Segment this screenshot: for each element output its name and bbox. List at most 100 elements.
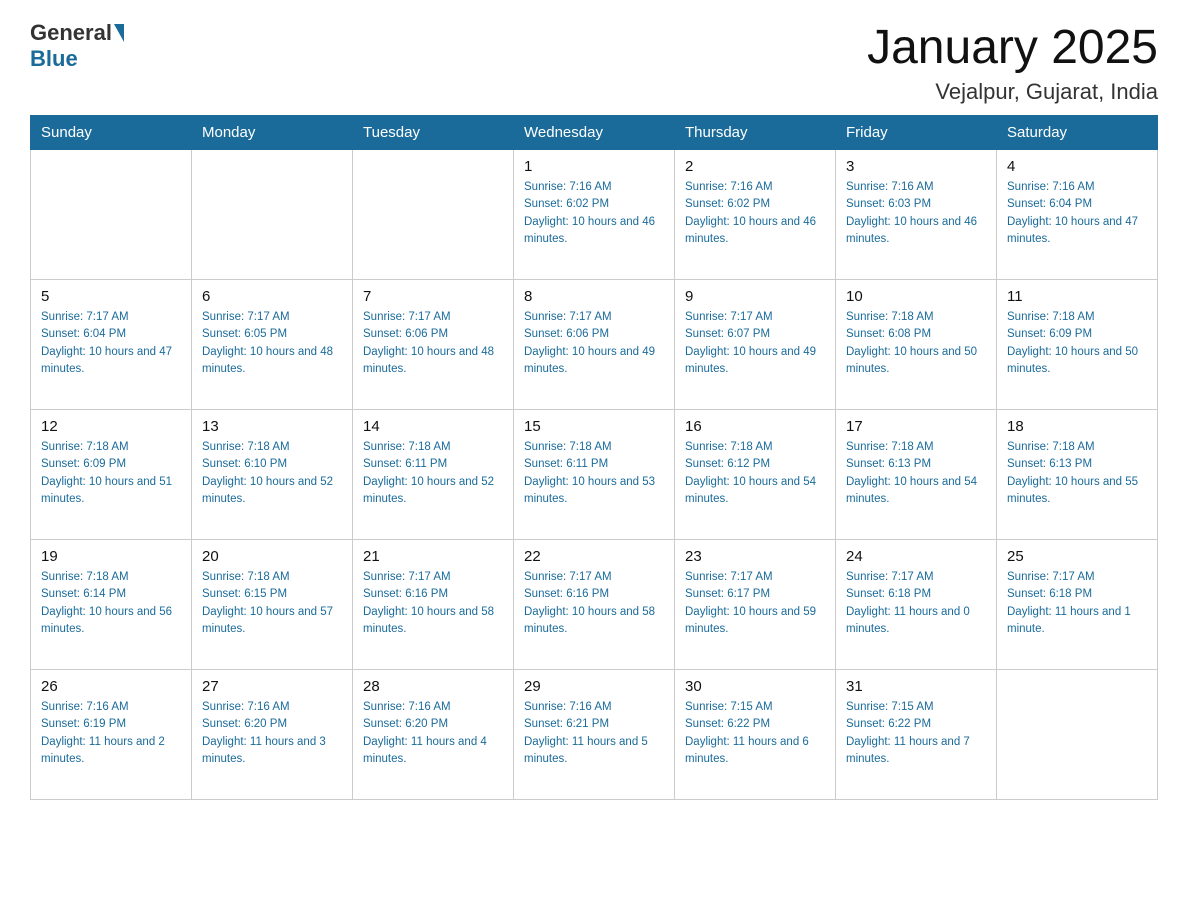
calendar-cell: 31 Sunrise: 7:15 AM Sunset: 6:22 PM Dayli… [836,670,997,800]
day-number: 22 [524,548,664,565]
calendar-week-5: 26 Sunrise: 7:16 AM Sunset: 6:19 PM Dayli… [31,670,1158,800]
calendar-cell [31,150,192,280]
calendar-cell: 7 Sunrise: 7:17 AM Sunset: 6:06 PM Daylig… [353,280,514,410]
day-info: Sunrise: 7:17 AM Sunset: 6:06 PM Dayligh… [524,309,664,378]
day-info: Sunrise: 7:17 AM Sunset: 6:18 PM Dayligh… [846,569,986,638]
calendar-week-4: 19Sunrise: 7:18 AM Sunset: 6:14 PM Dayli… [31,540,1158,670]
day-number: 5 [41,288,181,305]
day-info: Sunrise: 7:16 AM Sunset: 6:20 PM Dayligh… [202,699,342,768]
day-info: Sunrise: 7:16 AM Sunset: 6:04 PM Dayligh… [1007,179,1147,248]
calendar-cell: 1 Sunrise: 7:16 AM Sunset: 6:02 PM Daylig… [514,150,675,280]
day-info: Sunrise: 7:17 AM Sunset: 6:18 PM Dayligh… [1007,569,1147,638]
calendar-header-wednesday: Wednesday [514,116,675,150]
calendar-cell [997,670,1158,800]
calendar-cell: 8 Sunrise: 7:17 AM Sunset: 6:06 PM Daylig… [514,280,675,410]
calendar-cell: 9Sunrise: 7:17 AM Sunset: 6:07 PM Daylig… [675,280,836,410]
day-number: 18 [1007,418,1147,435]
day-info: Sunrise: 7:18 AM Sunset: 6:09 PM Dayligh… [1007,309,1147,378]
logo: General Blue [30,20,126,72]
calendar-week-2: 5Sunrise: 7:17 AM Sunset: 6:04 PM Daylig… [31,280,1158,410]
page-header: General Blue January 2025 Vejalpur, Guja… [30,20,1158,105]
calendar-cell: 18 Sunrise: 7:18 AM Sunset: 6:13 PM Dayli… [997,410,1158,540]
day-number: 29 [524,678,664,695]
calendar-cell: 11Sunrise: 7:18 AM Sunset: 6:09 PM Dayli… [997,280,1158,410]
day-info: Sunrise: 7:18 AM Sunset: 6:15 PM Dayligh… [202,569,342,638]
calendar-cell [192,150,353,280]
day-number: 17 [846,418,986,435]
day-info: Sunrise: 7:17 AM Sunset: 6:06 PM Dayligh… [363,309,503,378]
calendar-cell: 23 Sunrise: 7:17 AM Sunset: 6:17 PM Dayli… [675,540,836,670]
title-section: January 2025 Vejalpur, Gujarat, India [867,20,1158,105]
day-info: Sunrise: 7:16 AM Sunset: 6:03 PM Dayligh… [846,179,986,248]
calendar-subtitle: Vejalpur, Gujarat, India [867,79,1158,105]
calendar-cell: 14Sunrise: 7:18 AM Sunset: 6:11 PM Dayli… [353,410,514,540]
calendar-cell: 25Sunrise: 7:17 AM Sunset: 6:18 PM Dayli… [997,540,1158,670]
calendar-cell: 12Sunrise: 7:18 AM Sunset: 6:09 PM Dayli… [31,410,192,540]
day-number: 26 [41,678,181,695]
day-number: 10 [846,288,986,305]
day-info: Sunrise: 7:16 AM Sunset: 6:21 PM Dayligh… [524,699,664,768]
day-info: Sunrise: 7:18 AM Sunset: 6:14 PM Dayligh… [41,569,181,638]
calendar-cell [353,150,514,280]
day-number: 20 [202,548,342,565]
day-info: Sunrise: 7:18 AM Sunset: 6:12 PM Dayligh… [685,439,825,508]
calendar-cell: 24 Sunrise: 7:17 AM Sunset: 6:18 PM Dayli… [836,540,997,670]
day-info: Sunrise: 7:18 AM Sunset: 6:11 PM Dayligh… [524,439,664,508]
calendar-cell: 21 Sunrise: 7:17 AM Sunset: 6:16 PM Dayli… [353,540,514,670]
day-info: Sunrise: 7:18 AM Sunset: 6:08 PM Dayligh… [846,309,986,378]
day-info: Sunrise: 7:18 AM Sunset: 6:09 PM Dayligh… [41,439,181,508]
calendar-cell: 22 Sunrise: 7:17 AM Sunset: 6:16 PM Dayli… [514,540,675,670]
day-info: Sunrise: 7:18 AM Sunset: 6:10 PM Dayligh… [202,439,342,508]
calendar-header-saturday: Saturday [997,116,1158,150]
calendar-header-tuesday: Tuesday [353,116,514,150]
calendar-header-monday: Monday [192,116,353,150]
calendar-cell: 13 Sunrise: 7:18 AM Sunset: 6:10 PM Dayli… [192,410,353,540]
day-info: Sunrise: 7:17 AM Sunset: 6:17 PM Dayligh… [685,569,825,638]
day-number: 6 [202,288,342,305]
calendar-week-3: 12Sunrise: 7:18 AM Sunset: 6:09 PM Dayli… [31,410,1158,540]
day-number: 28 [363,678,503,695]
calendar-cell: 2Sunrise: 7:16 AM Sunset: 6:02 PM Daylig… [675,150,836,280]
day-number: 13 [202,418,342,435]
logo-general-text: General [30,20,112,46]
day-info: Sunrise: 7:15 AM Sunset: 6:22 PM Dayligh… [846,699,986,768]
calendar-title: January 2025 [867,20,1158,75]
day-number: 8 [524,288,664,305]
calendar-cell: 19Sunrise: 7:18 AM Sunset: 6:14 PM Dayli… [31,540,192,670]
day-info: Sunrise: 7:18 AM Sunset: 6:13 PM Dayligh… [846,439,986,508]
day-number: 31 [846,678,986,695]
day-number: 1 [524,158,664,175]
calendar-header-sunday: Sunday [31,116,192,150]
calendar-cell: 26 Sunrise: 7:16 AM Sunset: 6:19 PM Dayli… [31,670,192,800]
day-info: Sunrise: 7:17 AM Sunset: 6:05 PM Dayligh… [202,309,342,378]
day-number: 15 [524,418,664,435]
day-info: Sunrise: 7:17 AM Sunset: 6:16 PM Dayligh… [363,569,503,638]
day-number: 30 [685,678,825,695]
day-number: 4 [1007,158,1147,175]
day-info: Sunrise: 7:16 AM Sunset: 6:19 PM Dayligh… [41,699,181,768]
calendar-cell: 3 Sunrise: 7:16 AM Sunset: 6:03 PM Daylig… [836,150,997,280]
day-info: Sunrise: 7:17 AM Sunset: 6:16 PM Dayligh… [524,569,664,638]
calendar-cell: 28 Sunrise: 7:16 AM Sunset: 6:20 PM Dayli… [353,670,514,800]
calendar-cell: 10 Sunrise: 7:18 AM Sunset: 6:08 PM Dayli… [836,280,997,410]
calendar-cell: 16Sunrise: 7:18 AM Sunset: 6:12 PM Dayli… [675,410,836,540]
day-info: Sunrise: 7:18 AM Sunset: 6:11 PM Dayligh… [363,439,503,508]
day-number: 2 [685,158,825,175]
day-number: 7 [363,288,503,305]
calendar-header-row: SundayMondayTuesdayWednesdayThursdayFrid… [31,116,1158,150]
day-info: Sunrise: 7:16 AM Sunset: 6:20 PM Dayligh… [363,699,503,768]
calendar-header-thursday: Thursday [675,116,836,150]
calendar-cell: 29 Sunrise: 7:16 AM Sunset: 6:21 PM Dayli… [514,670,675,800]
day-number: 27 [202,678,342,695]
day-info: Sunrise: 7:16 AM Sunset: 6:02 PM Dayligh… [524,179,664,248]
day-number: 24 [846,548,986,565]
day-number: 21 [363,548,503,565]
day-number: 23 [685,548,825,565]
calendar-cell: 20 Sunrise: 7:18 AM Sunset: 6:15 PM Dayli… [192,540,353,670]
logo-blue-text: Blue [30,46,78,72]
day-info: Sunrise: 7:17 AM Sunset: 6:07 PM Dayligh… [685,309,825,378]
day-number: 3 [846,158,986,175]
day-info: Sunrise: 7:18 AM Sunset: 6:13 PM Dayligh… [1007,439,1147,508]
day-info: Sunrise: 7:15 AM Sunset: 6:22 PM Dayligh… [685,699,825,768]
calendar-table: SundayMondayTuesdayWednesdayThursdayFrid… [30,115,1158,800]
